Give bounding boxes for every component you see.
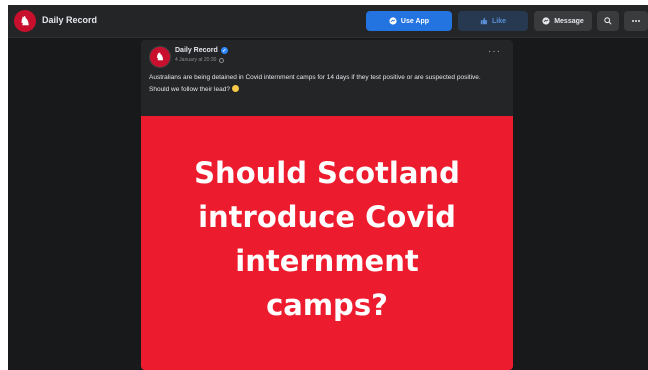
- post-text-line: Should we follow their lead?: [149, 85, 505, 94]
- page-logo[interactable]: ♞: [14, 10, 36, 32]
- thumbs-up-icon: [480, 17, 488, 25]
- post-image[interactable]: Should Scotland introduce Covid internme…: [141, 116, 513, 370]
- search-icon: [604, 17, 612, 25]
- messenger-icon: [542, 17, 550, 25]
- headline-line: camps?: [266, 288, 388, 322]
- use-app-button[interactable]: Use App: [366, 11, 452, 31]
- headline-line: introduce Covid: [198, 200, 456, 234]
- header-page-name[interactable]: Daily Record: [42, 15, 97, 25]
- message-button[interactable]: Message: [534, 11, 592, 31]
- browser-viewport: ♞ Daily Record Use App Like Message ♞ Da…: [8, 5, 648, 370]
- post-question: Should we follow their lead?: [149, 86, 230, 93]
- headline-line: Should Scotland: [194, 156, 460, 190]
- post-timestamp[interactable]: 4 January at 20:30: [175, 57, 216, 63]
- page-header: ♞ Daily Record Use App Like Message: [8, 5, 648, 38]
- post-card: ♞ Daily Record ✓ 4 January at 20:30 ··· …: [141, 40, 513, 370]
- thinking-emoji-icon: [231, 85, 239, 92]
- post-text-line: Australians are being detained in Covid …: [149, 74, 481, 81]
- like-label: Like: [491, 17, 506, 25]
- post-body: Australians are being detained in Covid …: [149, 73, 505, 97]
- globe-icon: [219, 57, 225, 63]
- post-author-name[interactable]: Daily Record: [175, 47, 218, 54]
- post-author: Daily Record ✓: [175, 47, 228, 54]
- post-author-avatar[interactable]: ♞: [149, 46, 171, 68]
- more-icon: [632, 20, 640, 22]
- use-app-label: Use App: [400, 17, 430, 25]
- more-options-button[interactable]: [624, 11, 648, 31]
- search-button[interactable]: [597, 11, 619, 31]
- post-meta: 4 January at 20:30: [175, 57, 225, 63]
- image-headline: Should Scotland introduce Covid internme…: [194, 151, 460, 327]
- verified-badge-icon: ✓: [220, 47, 228, 54]
- messenger-icon: [389, 17, 397, 25]
- headline-line: internment: [235, 244, 419, 278]
- post-menu-button[interactable]: ···: [488, 47, 501, 57]
- like-page-button[interactable]: Like: [458, 11, 528, 31]
- message-label: Message: [554, 17, 584, 25]
